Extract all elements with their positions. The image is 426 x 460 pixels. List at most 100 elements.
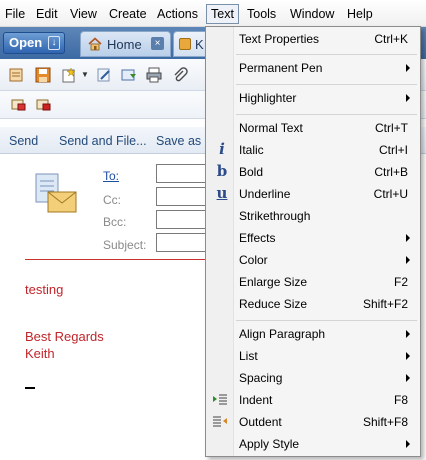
- open-button[interactable]: Open ↓: [3, 32, 65, 54]
- menu-item-label: Highlighter: [239, 91, 297, 105]
- menu-file[interactable]: File: [1, 4, 29, 24]
- body-text-line[interactable]: Best Regards: [25, 329, 104, 344]
- page-settings-icon[interactable]: [8, 67, 24, 83]
- attachment-icon[interactable]: [172, 67, 188, 83]
- menu-item-label: List: [239, 349, 258, 363]
- submenu-arrow-icon: [406, 64, 410, 72]
- menu-item-indent[interactable]: Indent F8: [206, 389, 420, 411]
- submenu-arrow-icon: [406, 330, 410, 338]
- menu-item-bold[interactable]: b Bold Ctrl+B: [206, 161, 420, 183]
- underline-icon: u: [216, 184, 228, 202]
- subject-label: Subject:: [103, 238, 147, 252]
- menu-item-label: Reduce Size: [239, 297, 308, 311]
- menu-item-spacing[interactable]: Spacing: [206, 367, 420, 389]
- new-memo-icon[interactable]: [61, 67, 77, 83]
- menu-item-label: Bold: [239, 165, 264, 179]
- submenu-arrow-icon: [406, 440, 410, 448]
- menu-item-effects[interactable]: Effects: [206, 227, 420, 249]
- menu-create[interactable]: Create: [105, 4, 151, 24]
- menu-item-underline[interactable]: u Underline Ctrl+U: [206, 183, 420, 205]
- menu-text[interactable]: Text: [206, 4, 239, 24]
- cc-label: Cc:: [103, 193, 121, 207]
- to-label[interactable]: To:: [103, 169, 119, 183]
- menu-separator: [236, 320, 417, 321]
- menu-item-list[interactable]: List: [206, 345, 420, 367]
- body-text-line[interactable]: testing: [25, 282, 63, 297]
- menu-item-shortcut: Ctrl+U: [373, 187, 408, 201]
- print-icon[interactable]: [146, 67, 162, 83]
- menu-item-label: Enlarge Size: [239, 275, 308, 289]
- menu-item-label: Spacing: [239, 371, 283, 385]
- submenu-arrow-icon: [406, 234, 410, 242]
- menu-item-label: Underline: [239, 187, 291, 201]
- edit-icon[interactable]: [96, 67, 112, 83]
- body-divider: [25, 259, 206, 260]
- menu-item-shortcut: Ctrl+I: [378, 143, 408, 157]
- menu-item-highlighter[interactable]: Highlighter: [206, 87, 420, 109]
- menu-item-label: Indent: [239, 393, 273, 407]
- menu-item-align-paragraph[interactable]: Align Paragraph: [206, 323, 420, 345]
- save-icon[interactable]: [35, 67, 51, 83]
- menu-item-strikethrough[interactable]: Strikethrough: [206, 205, 420, 227]
- menu-tools[interactable]: Tools: [243, 4, 280, 24]
- text-cursor: [25, 387, 35, 389]
- submenu-arrow-icon: [406, 374, 410, 382]
- menu-item-shortcut: F8: [393, 393, 408, 407]
- menu-item-label: Permanent Pen: [239, 61, 323, 75]
- menu-bar: File Edit View Create Actions Text Tools…: [0, 0, 426, 27]
- menu-item-color[interactable]: Color: [206, 249, 420, 271]
- send-button[interactable]: Send: [9, 134, 38, 148]
- menu-item-label: Align Paragraph: [239, 327, 326, 341]
- tab-mail-label: K: [195, 37, 204, 52]
- menu-item-enlarge-size[interactable]: Enlarge Size F2: [206, 271, 420, 293]
- menu-item-label: Normal Text: [239, 121, 303, 135]
- dropdown-arrow-icon[interactable]: ▼: [81, 70, 89, 79]
- menu-view[interactable]: View: [66, 4, 101, 24]
- menu-item-label: Apply Style: [239, 437, 300, 451]
- body-text-line[interactable]: Keith: [25, 346, 55, 361]
- indent-icon: [213, 394, 227, 405]
- menu-item-permanent-pen[interactable]: Permanent Pen: [206, 57, 420, 79]
- menu-window[interactable]: Window: [286, 4, 338, 24]
- menu-item-apply-style[interactable]: Apply Style: [206, 433, 420, 455]
- menu-item-shortcut: Ctrl+B: [374, 165, 408, 179]
- submenu-arrow-icon: [406, 352, 410, 360]
- menu-item-shortcut: F2: [393, 275, 408, 289]
- bold-icon: b: [216, 162, 228, 180]
- tab-home-label: Home: [107, 37, 142, 52]
- italic-icon: i: [219, 140, 225, 158]
- menu-item-italic[interactable]: i Italic Ctrl+I: [206, 139, 420, 161]
- menu-item-shortcut: Ctrl+K: [374, 32, 408, 46]
- menu-item-label: Text Properties: [239, 32, 320, 46]
- menu-item-text-properties[interactable]: Text Properties Ctrl+K: [206, 28, 420, 50]
- mail-delete-icon[interactable]: [35, 96, 51, 112]
- menu-item-normal-text[interactable]: Normal Text Ctrl+T: [206, 117, 420, 139]
- close-tab-icon[interactable]: ×: [151, 37, 164, 50]
- menu-actions[interactable]: Actions: [153, 4, 202, 24]
- menu-item-label: Color: [239, 253, 268, 267]
- open-button-label: Open: [9, 35, 43, 50]
- menu-separator: [236, 114, 417, 115]
- menu-separator: [236, 84, 417, 85]
- mail-tab-icon: [179, 38, 191, 50]
- tab-home[interactable]: Home ×: [80, 31, 171, 57]
- menu-item-outdent[interactable]: Outdent Shift+F8: [206, 411, 420, 433]
- menu-item-shortcut: Ctrl+T: [375, 121, 408, 135]
- menu-item-reduce-size[interactable]: Reduce Size Shift+F2: [206, 293, 420, 315]
- menu-item-shortcut: Shift+F8: [362, 415, 408, 429]
- menu-separator: [236, 54, 417, 55]
- download-arrow-icon: ↓: [48, 36, 60, 50]
- forward-icon[interactable]: [121, 67, 137, 83]
- menu-item-shortcut: Shift+F2: [362, 297, 408, 311]
- bcc-label: Bcc:: [103, 215, 127, 229]
- outdent-icon: [213, 416, 227, 427]
- submenu-arrow-icon: [406, 256, 410, 264]
- menu-help[interactable]: Help: [343, 4, 377, 24]
- send-and-file-button[interactable]: Send and File...: [59, 134, 147, 148]
- menu-item-label: Italic: [239, 143, 264, 157]
- menu-item-label: Strikethrough: [239, 209, 311, 223]
- menu-edit[interactable]: Edit: [32, 4, 62, 24]
- mail-flag-icon[interactable]: [10, 96, 26, 112]
- menu-item-label: Effects: [239, 231, 276, 245]
- save-as-button[interactable]: Save as: [156, 134, 201, 148]
